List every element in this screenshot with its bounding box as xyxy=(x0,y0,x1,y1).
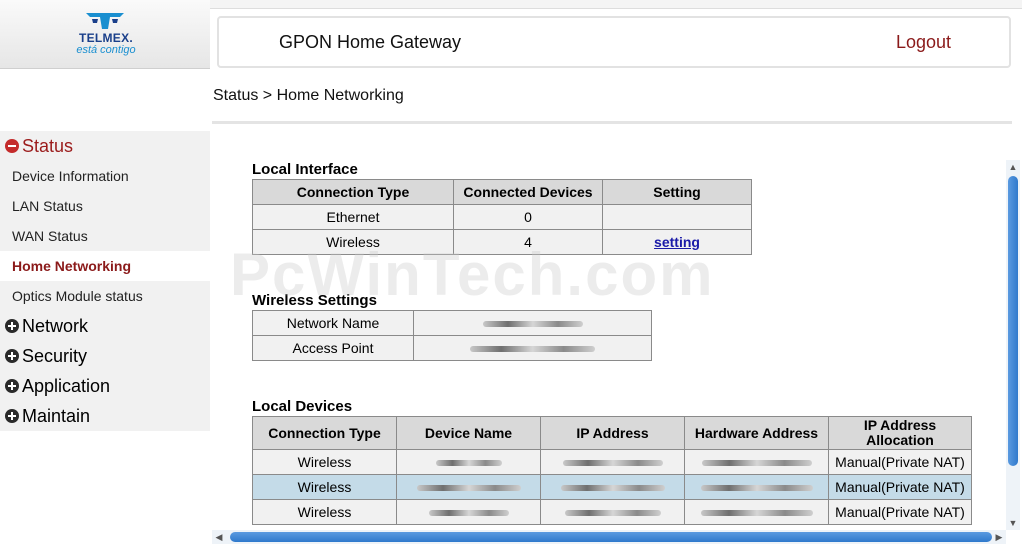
cell-connected-devices: 4 xyxy=(453,229,603,255)
cell-ip-redacted xyxy=(540,499,685,525)
vertical-scroll-thumb[interactable] xyxy=(1008,176,1018,466)
table-row: Network Name xyxy=(252,310,652,336)
cell-value-redacted xyxy=(413,335,652,361)
table-row[interactable]: Wireless Manual(Private NAT) xyxy=(252,449,972,475)
logo: TELMEX. está contigo xyxy=(0,0,210,69)
scroll-down-icon[interactable]: ▼ xyxy=(1006,516,1020,530)
expand-icon xyxy=(5,319,19,333)
cell-value-redacted xyxy=(413,310,652,336)
menu-item-optics-module-status[interactable]: Optics Module status xyxy=(0,281,210,311)
scroll-up-icon[interactable]: ▲ xyxy=(1006,160,1020,174)
menu-item-home-networking[interactable]: Home Networking xyxy=(0,251,210,281)
cell-connection-type: Wireless xyxy=(252,229,454,255)
table-header-row: Connection Type Connected Devices Settin… xyxy=(252,179,752,205)
cell-allocation: Manual(Private NAT) xyxy=(828,449,972,475)
menu-item-lan-status[interactable]: LAN Status xyxy=(0,191,210,221)
wireless-setting-link[interactable]: setting xyxy=(654,234,700,250)
cell-connected-devices: 0 xyxy=(453,204,603,230)
header: GPON Home Gateway Logout xyxy=(217,16,1011,68)
telmex-logo-icon xyxy=(86,13,124,29)
cell-connection-type: Wireless xyxy=(252,499,397,525)
cell-connection-type: Ethernet xyxy=(252,204,454,230)
menu-category-application[interactable]: Application xyxy=(0,371,210,401)
content-area: Local Interface Connection Type Connecte… xyxy=(212,130,1006,530)
menu-category-status[interactable]: Status xyxy=(0,131,210,161)
column-header: IP Address Allocation xyxy=(828,416,972,450)
table-row: Access Point xyxy=(252,335,652,361)
menu-category-label: Application xyxy=(22,376,111,396)
column-header: Hardware Address xyxy=(684,416,829,450)
vertical-scrollbar[interactable]: ▲ ▼ xyxy=(1006,160,1020,530)
horizontal-scrollbar[interactable]: ◀ ▶ xyxy=(212,530,1006,544)
column-header: Connected Devices xyxy=(453,179,603,205)
cell-connection-type: Wireless xyxy=(252,474,397,500)
section-title-wireless-settings: Wireless Settings xyxy=(252,292,377,309)
cell-ip-redacted xyxy=(540,449,685,475)
brand-name: TELMEX. xyxy=(78,31,134,45)
section-title-local-interface: Local Interface xyxy=(252,161,358,178)
divider xyxy=(212,121,1012,124)
cell-mac-redacted xyxy=(684,474,829,500)
page-title: GPON Home Gateway xyxy=(279,32,462,52)
cell-label: Network Name xyxy=(252,310,414,336)
cell-device-name-redacted xyxy=(396,474,541,500)
column-header: Device Name xyxy=(396,416,541,450)
table-row: Ethernet 0 xyxy=(252,204,752,230)
table-header-row: Connection Type Device Name IP Address H… xyxy=(252,416,972,450)
expand-icon xyxy=(5,349,19,363)
sidebar-menu: Status Device Information LAN Status WAN… xyxy=(0,131,210,431)
cell-connection-type: Wireless xyxy=(252,449,397,475)
column-header: Connection Type xyxy=(252,416,397,450)
cell-setting: setting xyxy=(602,229,752,255)
menu-category-maintain[interactable]: Maintain xyxy=(0,401,210,431)
scroll-left-icon[interactable]: ◀ xyxy=(212,530,226,544)
menu-category-label: Security xyxy=(22,346,88,366)
brand-tagline: está contigo xyxy=(76,44,136,56)
menu-category-label: Network xyxy=(22,316,89,336)
table-row[interactable]: Wireless Manual(Private NAT) xyxy=(252,499,972,525)
cell-mac-redacted xyxy=(684,449,829,475)
expand-icon xyxy=(5,379,19,393)
cell-allocation: Manual(Private NAT) xyxy=(828,474,972,500)
cell-setting xyxy=(602,204,752,230)
column-header: IP Address xyxy=(540,416,685,450)
menu-category-security[interactable]: Security xyxy=(0,341,210,371)
menu-category-label: Status xyxy=(22,136,74,156)
horizontal-scroll-thumb[interactable] xyxy=(230,532,992,542)
table-row-selected[interactable]: Wireless Manual(Private NAT) xyxy=(252,474,972,500)
collapse-icon xyxy=(5,139,19,153)
cell-device-name-redacted xyxy=(396,449,541,475)
local-devices-table: Connection Type Device Name IP Address H… xyxy=(252,416,972,525)
section-title-local-devices: Local Devices xyxy=(252,398,353,415)
column-header: Connection Type xyxy=(252,179,454,205)
menu-category-label: Maintain xyxy=(22,406,91,426)
menu-category-network[interactable]: Network xyxy=(0,311,210,341)
menu-item-device-information[interactable]: Device Information xyxy=(0,161,210,191)
cell-mac-redacted xyxy=(684,499,829,525)
column-header: Setting xyxy=(602,179,752,205)
sidebar: TELMEX. está contigo Status Device Infor… xyxy=(0,0,210,546)
cell-ip-redacted xyxy=(540,474,685,500)
local-interface-table: Connection Type Connected Devices Settin… xyxy=(252,179,752,255)
cell-device-name-redacted xyxy=(396,499,541,525)
cell-label: Access Point xyxy=(252,335,414,361)
wireless-settings-table: Network Name Access Point xyxy=(252,310,652,361)
table-row: Wireless 4 setting xyxy=(252,229,752,255)
top-strip xyxy=(210,0,1022,9)
expand-icon xyxy=(5,409,19,423)
breadcrumb: Status > Home Networking xyxy=(213,87,404,104)
scroll-right-icon[interactable]: ▶ xyxy=(992,530,1006,544)
cell-allocation: Manual(Private NAT) xyxy=(828,499,972,525)
logout-link[interactable]: Logout xyxy=(896,32,951,53)
menu-item-wan-status[interactable]: WAN Status xyxy=(0,221,210,251)
